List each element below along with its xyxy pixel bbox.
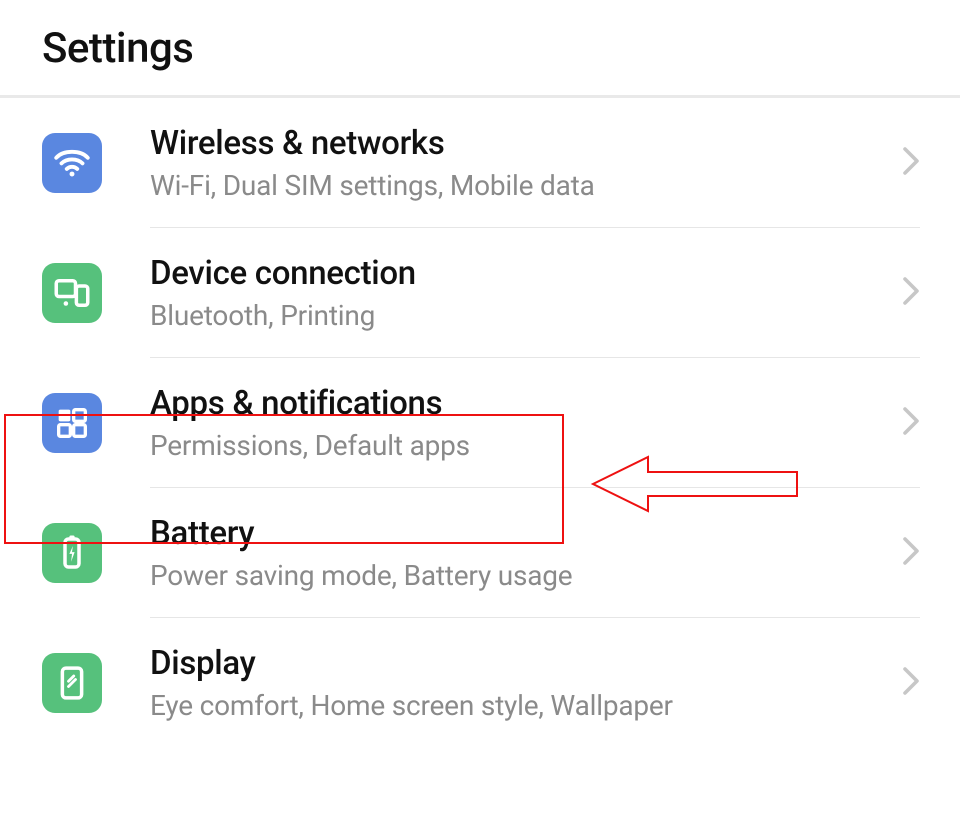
settings-item-apps-notifications[interactable]: Apps & notifications Permissions, Defaul… [0,358,960,488]
chevron-right-icon [902,146,920,180]
settings-item-text: Apps & notifications Permissions, Defaul… [150,384,886,462]
settings-item-wireless[interactable]: Wireless & networks Wi-Fi, Dual SIM sett… [0,98,960,228]
settings-item-title: Display [150,644,886,683]
chevron-right-icon [902,406,920,440]
display-icon [42,653,102,713]
settings-item-title: Device connection [150,254,886,293]
battery-icon [42,523,102,583]
settings-item-display[interactable]: Display Eye comfort, Home screen style, … [0,618,960,748]
settings-item-text: Device connection Bluetooth, Printing [150,254,886,332]
settings-item-text: Wireless & networks Wi-Fi, Dual SIM sett… [150,124,886,202]
apps-icon [42,393,102,453]
settings-item-device-connection[interactable]: Device connection Bluetooth, Printing [0,228,960,358]
settings-item-subtitle: Eye comfort, Home screen style, Wallpape… [150,689,886,722]
settings-header: Settings [0,0,960,95]
settings-item-text: Display Eye comfort, Home screen style, … [150,644,886,722]
settings-item-subtitle: Permissions, Default apps [150,429,886,462]
settings-item-title: Battery [150,514,886,553]
chevron-right-icon [902,666,920,700]
chevron-right-icon [902,536,920,570]
chevron-right-icon [902,276,920,310]
settings-item-subtitle: Wi-Fi, Dual SIM settings, Mobile data [150,169,886,202]
settings-item-subtitle: Bluetooth, Printing [150,299,886,332]
devices-icon [42,263,102,323]
settings-item-text: Battery Power saving mode, Battery usage [150,514,886,592]
wifi-icon [42,133,102,193]
settings-item-subtitle: Power saving mode, Battery usage [150,559,886,592]
settings-item-title: Wireless & networks [150,124,886,163]
settings-list: Wireless & networks Wi-Fi, Dual SIM sett… [0,98,960,748]
settings-item-battery[interactable]: Battery Power saving mode, Battery usage [0,488,960,618]
page-title: Settings [42,24,960,73]
settings-item-title: Apps & notifications [150,384,886,423]
